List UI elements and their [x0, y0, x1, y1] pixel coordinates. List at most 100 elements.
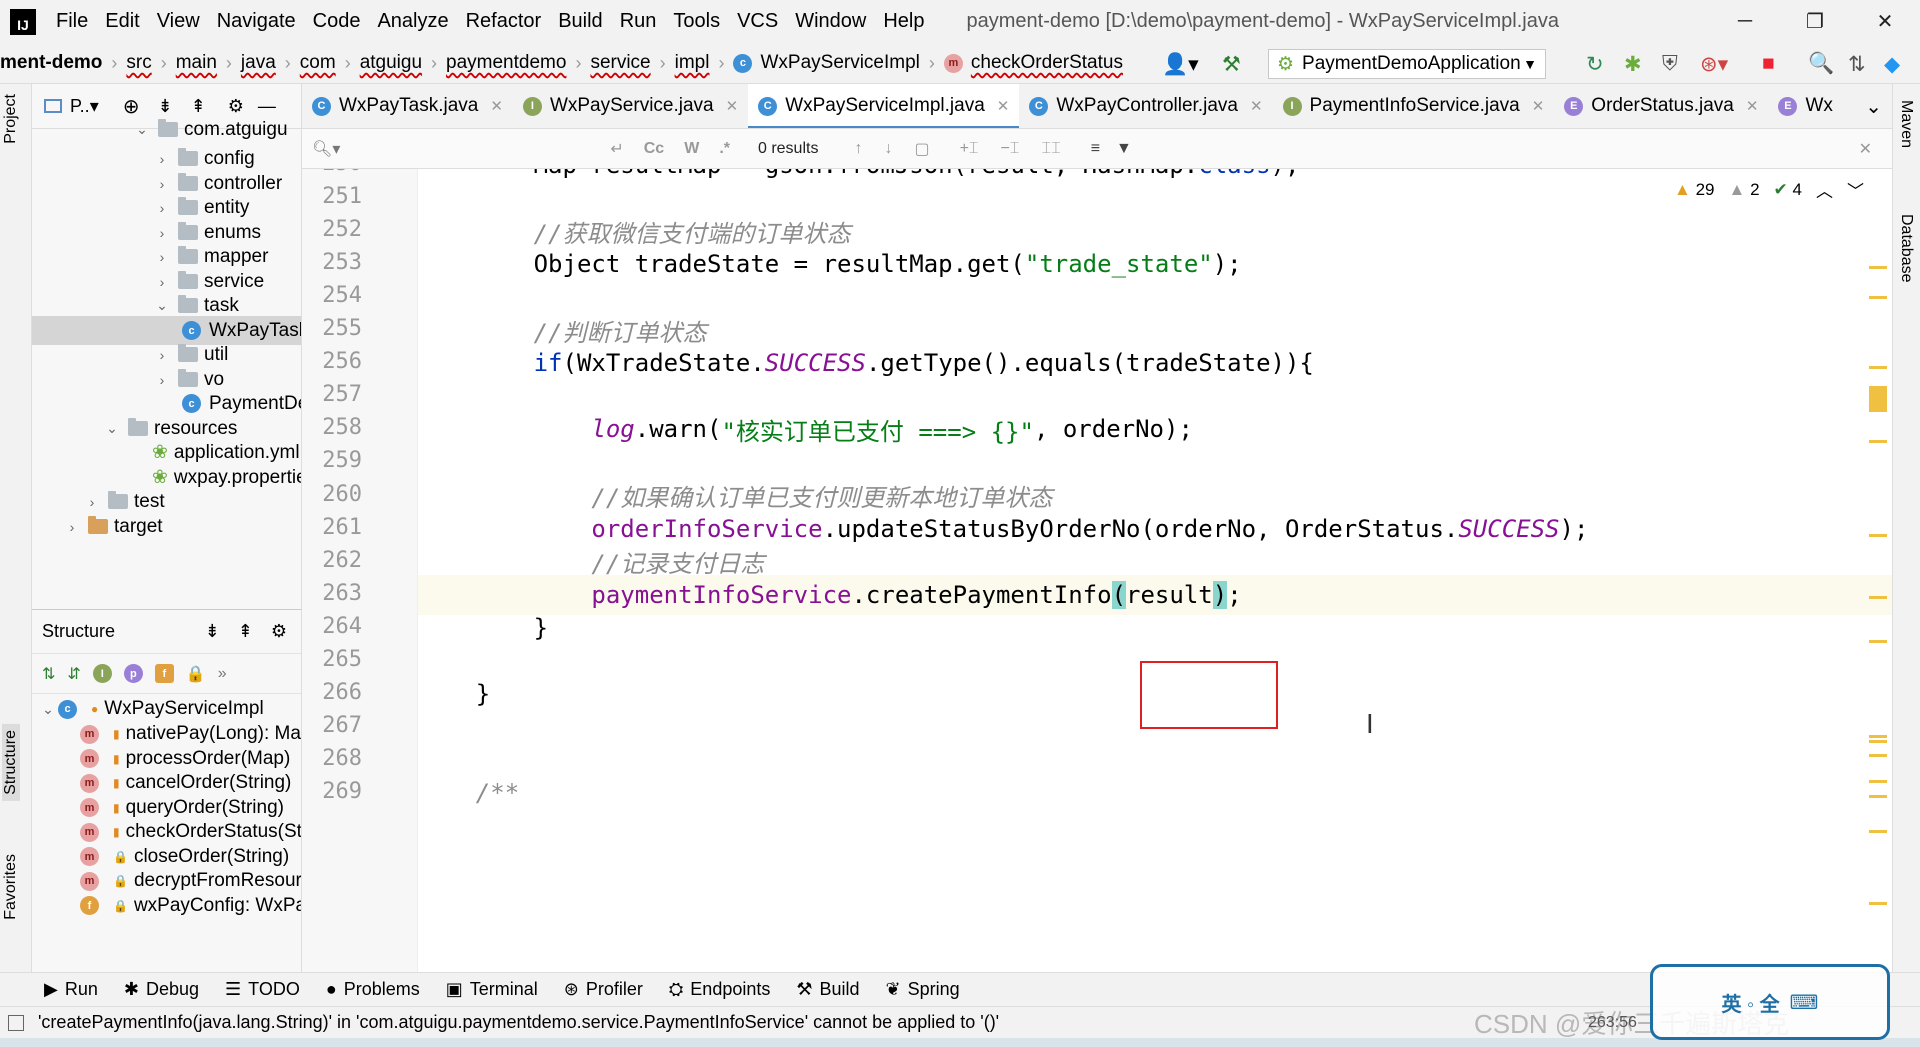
expand-arrow-icon[interactable]: › — [62, 519, 82, 535]
breadcrumb-item[interactable]: atguigu › — [360, 52, 446, 74]
menu-help[interactable]: Help — [883, 10, 924, 33]
words-toggle[interactable]: W — [684, 140, 699, 158]
show-properties-icon[interactable]: p — [123, 664, 143, 683]
warning-marker[interactable] — [1869, 795, 1887, 798]
profiler-icon[interactable]: ⊛▾ — [1700, 52, 1728, 77]
caret-position[interactable]: 263:56 — [1588, 1014, 1637, 1032]
expand-all-icon[interactable]: ⇟ — [205, 621, 220, 642]
ok-indicator[interactable]: ✔ 4 — [1774, 180, 1802, 200]
previous-highlight-icon[interactable]: ︿ — [1816, 177, 1833, 202]
menu-analyze[interactable]: Analyze — [377, 10, 448, 33]
toolwindow-profiler[interactable]: ⊛ Profiler — [564, 979, 643, 1000]
warning-marker[interactable] — [1869, 640, 1887, 643]
minimize-icon[interactable]: ─ — [1716, 0, 1774, 43]
stop-icon[interactable]: ■ — [1762, 52, 1775, 76]
tree-item-com-atguigu[interactable]: ⌄ com.atguigu — [132, 115, 287, 144]
expand-all-icon[interactable]: ⇟ — [158, 96, 173, 117]
warning-marker[interactable] — [1869, 266, 1887, 269]
close-tab-icon[interactable]: ✕ — [1250, 97, 1263, 115]
expand-arrow-icon[interactable]: › — [152, 372, 172, 388]
ime-toolbar[interactable]: 英 ◦ 全 ⌨ — [1650, 964, 1890, 1040]
warning-marker[interactable] — [1869, 830, 1887, 833]
expand-arrow-icon[interactable]: › — [82, 494, 102, 510]
breadcrumb-item[interactable]: service › — [590, 52, 674, 74]
warning-marker[interactable] — [1869, 740, 1887, 743]
toolwindow-terminal[interactable]: ▣ Terminal — [446, 979, 538, 1000]
editor-tab[interactable]: I PaymentInfoService.java ✕ — [1273, 84, 1555, 128]
weak-warnings-indicator[interactable]: ▲ 2 — [1729, 180, 1760, 200]
expand-arrow-icon[interactable]: › — [152, 151, 172, 167]
next-highlight-icon[interactable]: ﹀ — [1847, 177, 1864, 202]
editor-tab[interactable]: I WxPayService.java ✕ — [513, 84, 748, 128]
warning-marker[interactable] — [1869, 780, 1887, 783]
menu-tools[interactable]: Tools — [673, 10, 720, 33]
breadcrumb-item[interactable]: main › — [176, 52, 241, 74]
expand-arrow-icon[interactable]: › — [152, 274, 172, 290]
toolwindow-debug[interactable]: ✱ Debug — [124, 979, 199, 1000]
rerun-icon[interactable]: ↻ — [1586, 52, 1604, 77]
project-view-select[interactable]: P..▾ — [70, 96, 99, 117]
hide-icon[interactable]: — — [258, 96, 276, 117]
expand-arrow-icon[interactable]: › — [152, 225, 172, 241]
toolwindow-todo[interactable]: ☰ TODO — [225, 979, 300, 1000]
editor-tab[interactable]: C WxPayTask.java ✕ — [302, 84, 513, 128]
search-everywhere-icon[interactable]: 🔍 — [1808, 52, 1834, 76]
update-icon[interactable]: ⇅ — [1848, 52, 1866, 77]
structure-member[interactable]: f 🔒 wxPayConfig: WxPayConfig — [80, 891, 301, 921]
tabs-menu-icon[interactable]: ⌄ — [1865, 94, 1882, 119]
toolwindow-build[interactable]: ⚒ Build — [796, 979, 859, 1000]
code-editor[interactable]: 250 251 252 253 254 255 256 257 258 259 260 261 262 2… — [302, 169, 1892, 972]
settings-gear-icon[interactable]: ⚙ — [228, 96, 244, 117]
warning-marker[interactable] — [1869, 596, 1887, 599]
close-tab-icon[interactable]: ✕ — [1746, 97, 1759, 115]
editor-tab[interactable]: C WxPayServiceImpl.java ✕ — [748, 84, 1020, 128]
filter-icon[interactable]: ▼ — [1116, 140, 1132, 158]
more-icon[interactable]: » — [218, 665, 227, 683]
regex-toggle[interactable]: .* — [719, 140, 730, 158]
menu-refactor[interactable]: Refactor — [466, 10, 542, 33]
warning-marker[interactable] — [1869, 534, 1887, 537]
breadcrumb-item[interactable]: src › — [126, 52, 175, 74]
menu-code[interactable]: Code — [313, 10, 361, 33]
debug-icon[interactable]: ✱ — [1624, 52, 1642, 77]
run-configuration-select[interactable]: ⚙ PaymentDemoApplication ▼ — [1268, 49, 1546, 79]
newline-icon[interactable]: ↵ — [610, 139, 623, 159]
expand-arrow-icon[interactable]: › — [152, 176, 172, 192]
database-tool-tab[interactable]: Database — [1897, 214, 1915, 283]
breadcrumb-item[interactable]: impl › — [675, 52, 734, 74]
select-all-occurrences-icon[interactable]: ▢ — [914, 139, 929, 159]
close-search-icon[interactable]: ✕ — [1859, 139, 1872, 159]
expand-arrow-icon[interactable]: › — [152, 249, 172, 265]
breadcrumb-item[interactable]: c WxPayServiceImpl › — [733, 52, 943, 74]
filter-options-icon[interactable]: ≡ — [1091, 140, 1100, 158]
breadcrumb-item[interactable]: com › — [300, 52, 360, 74]
remove-cursor-icon[interactable]: −⌶ — [1001, 140, 1020, 158]
menu-edit[interactable]: Edit — [105, 10, 139, 33]
toolwindow-run[interactable]: ▶ Run — [44, 979, 98, 1000]
expand-arrow-icon[interactable]: ⌄ — [38, 701, 58, 718]
warning-marker[interactable] — [1869, 902, 1887, 905]
match-case-toggle[interactable]: Cc — [644, 140, 664, 158]
menu-run[interactable]: Run — [620, 10, 657, 33]
breadcrumb-item[interactable]: paymentdemo › — [446, 52, 590, 74]
menu-window[interactable]: Window — [795, 10, 866, 33]
previous-occurrence-icon[interactable]: ↑ — [854, 140, 862, 158]
expand-arrow-icon[interactable]: ⌄ — [132, 121, 152, 138]
menu-view[interactable]: View — [157, 10, 200, 33]
settings-gear-icon[interactable]: ⚙ — [271, 621, 287, 642]
show-non-public-icon[interactable]: 🔒 — [186, 664, 206, 684]
breadcrumb-item[interactable]: m checkOrderStatus — [943, 52, 1123, 74]
sort-by-visibility-icon[interactable]: ⇅ — [42, 664, 55, 684]
maven-tool-tab[interactable]: Maven — [1897, 100, 1915, 148]
warning-marker[interactable] — [1869, 754, 1887, 757]
toolwindow-spring[interactable]: ❦ Spring — [886, 979, 960, 1000]
editor-tab[interactable]: E OrderStatus.java ✕ — [1554, 84, 1768, 128]
close-tab-icon[interactable]: ✕ — [490, 97, 503, 115]
editor-tab[interactable]: E Wx — [1768, 84, 1842, 128]
coverage-icon[interactable]: ⛨ — [1662, 52, 1678, 76]
collapse-all-icon[interactable]: ⇞ — [191, 96, 206, 117]
tree-item-target[interactable]: › target — [62, 512, 163, 541]
toolwindow-problems[interactable]: ● Problems — [326, 979, 420, 1000]
warnings-indicator[interactable]: ▲ 29 — [1674, 180, 1714, 200]
warning-marker[interactable] — [1869, 366, 1887, 369]
